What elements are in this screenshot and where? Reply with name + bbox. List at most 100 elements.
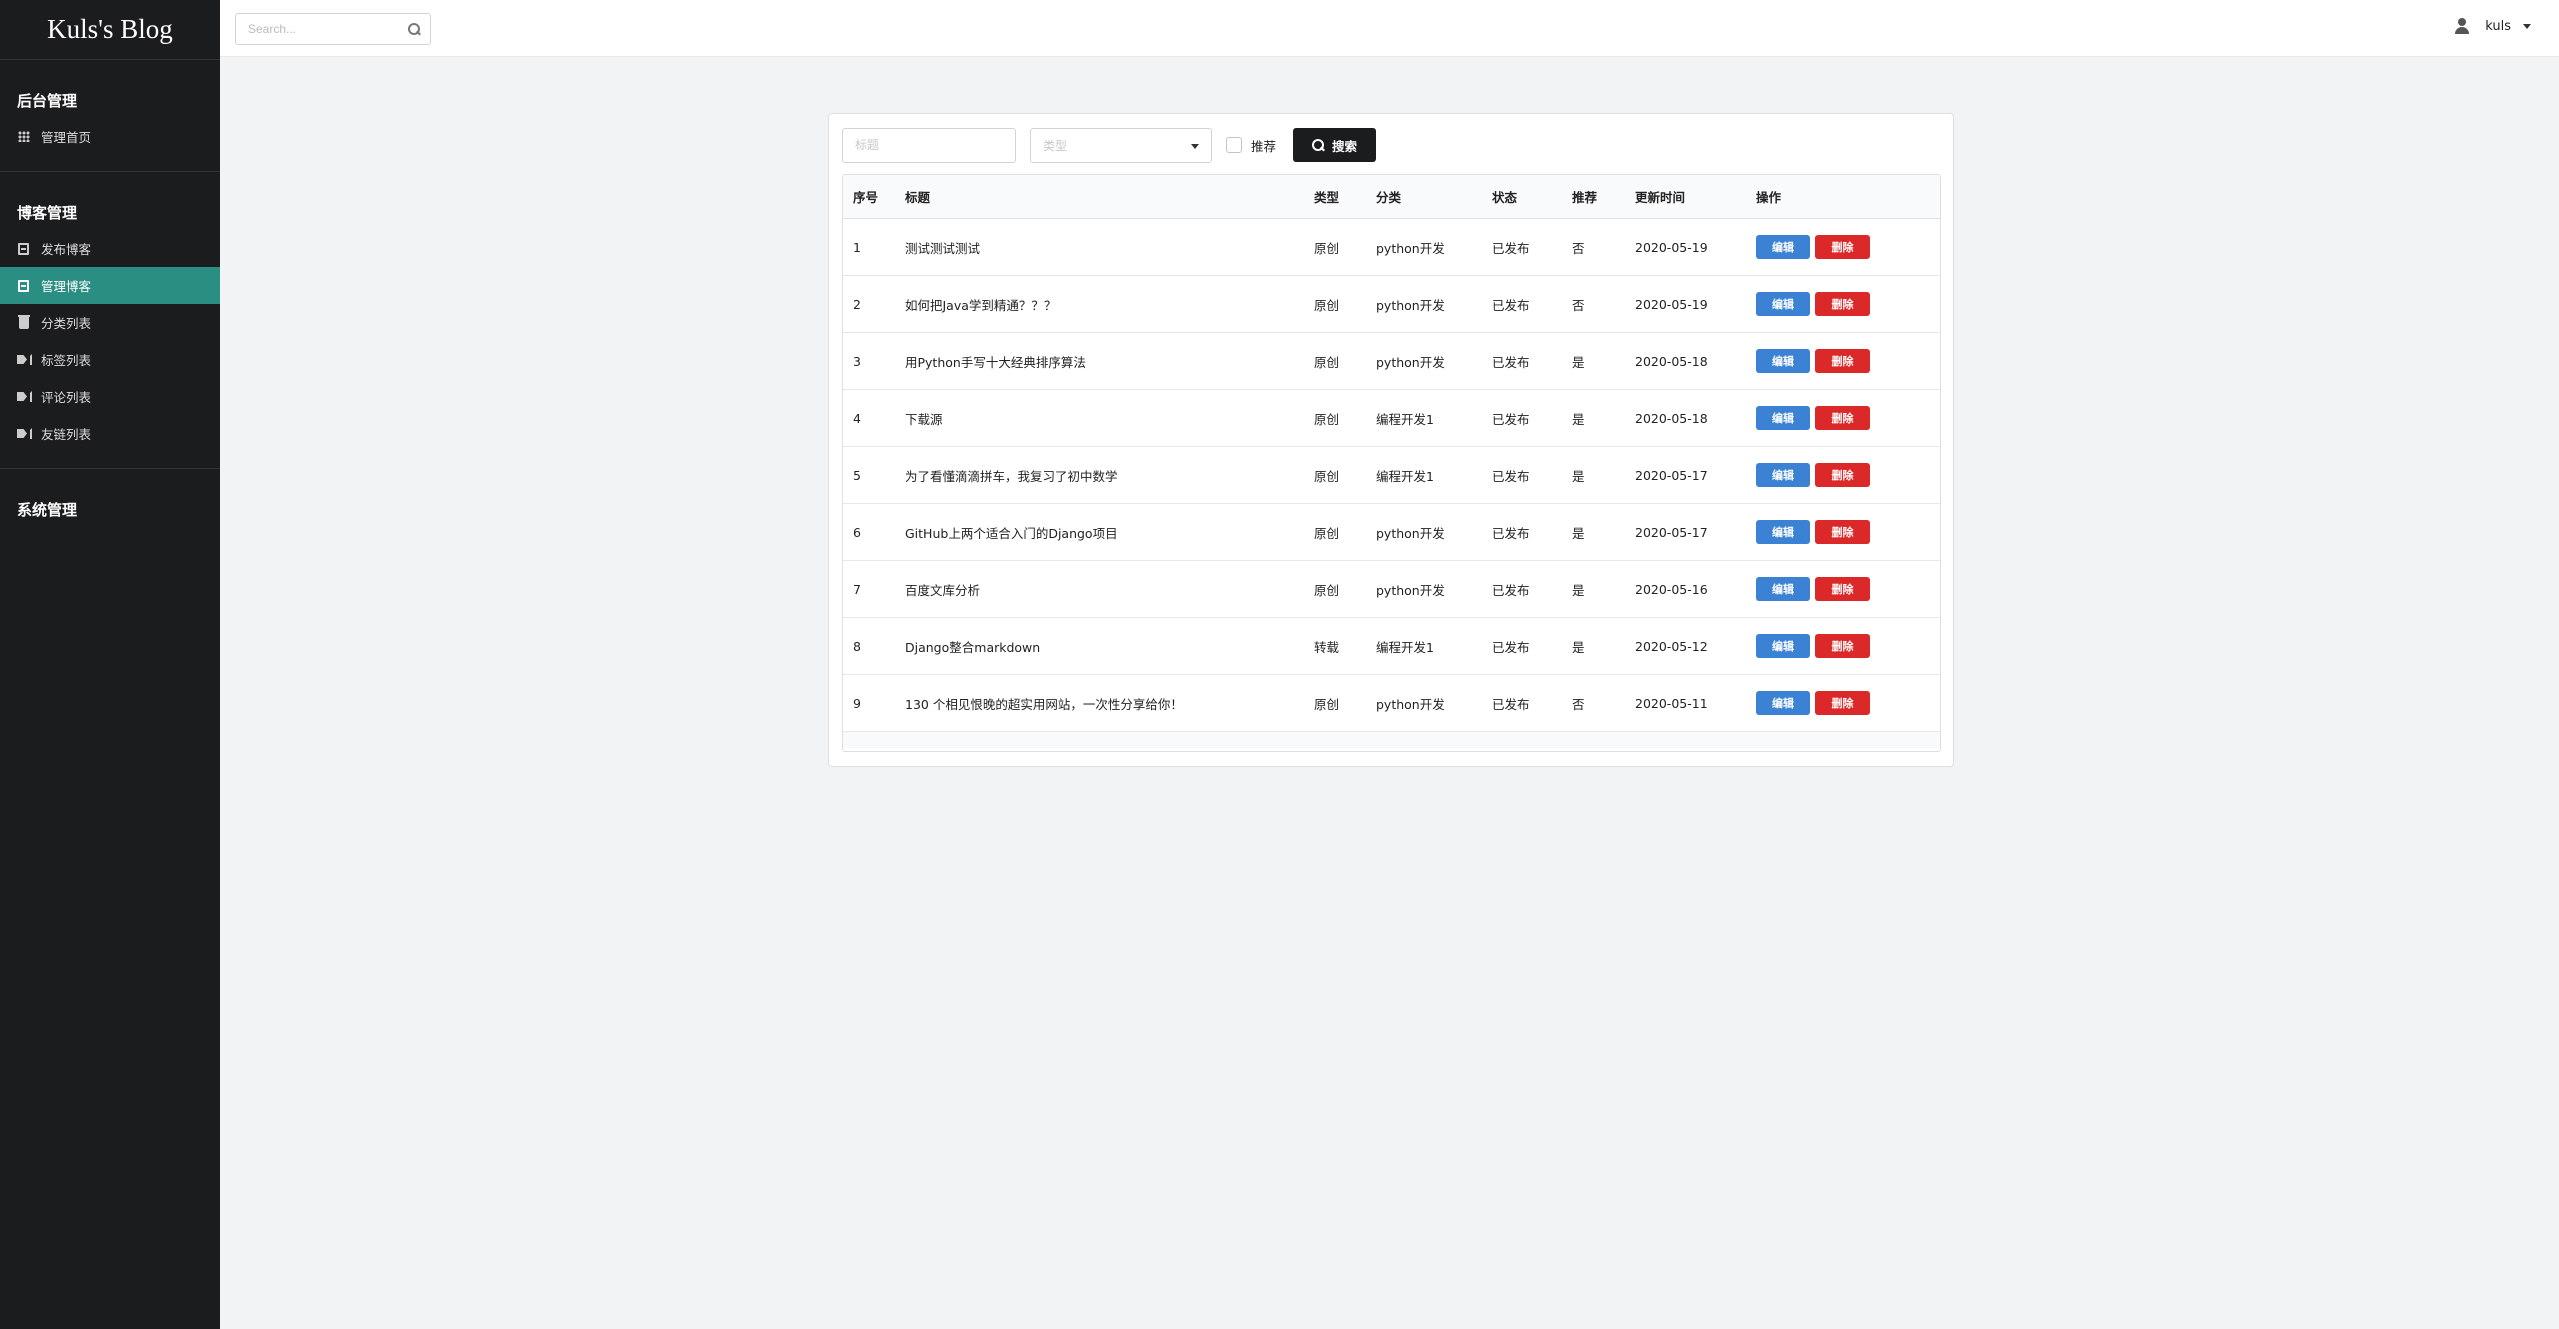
edit-button[interactable]: 编辑 [1756,292,1810,316]
cell-status: 已发布 [1492,411,1530,427]
column-header: 更新时间 [1635,190,1686,205]
cell-id: 5 [853,467,861,483]
delete-button[interactable]: 删除 [1815,349,1870,373]
sidebar-item-label: 标签列表 [41,353,92,368]
recommend-checkbox-wrap[interactable]: 推荐 [1226,136,1276,155]
sidebar-header-system[interactable]: 系统管理 [0,469,220,520]
edit-button[interactable]: 编辑 [1756,235,1810,259]
cell-category: python开发 [1376,696,1445,712]
cell-actions: 编辑 删除 [1756,634,1936,658]
sidebar-section-admin: 后台管理 管理首页 [0,60,220,172]
delete-button[interactable]: 删除 [1815,406,1870,430]
delete-button[interactable]: 删除 [1815,520,1870,544]
brand[interactable]: Kuls's Blog [0,0,220,60]
column-header: 推荐 [1572,190,1598,205]
delete-button[interactable]: 删除 [1815,235,1870,259]
cell-status: 已发布 [1492,525,1530,541]
cell-id: 4 [853,410,861,426]
sidebar-item-categories[interactable]: 分类列表 [0,304,220,341]
sidebar-item-comments[interactable]: 评论列表 [0,378,220,415]
cell-category: python开发 [1376,354,1445,370]
chevron-down-icon [2523,23,2531,29]
edit-button[interactable]: 编辑 [1756,634,1810,658]
blog-table: 序号 标题 类型 分类 状态 推荐 更新时间 操作 1 测试测试测试 原创 py… [842,174,1941,752]
delete-button[interactable]: 删除 [1815,463,1870,487]
tags-icon [17,428,30,440]
table-row: 4 下载源 原创 编程开发1 已发布 是 2020-05-18 编辑 删除 [843,390,1940,447]
edit-button[interactable]: 编辑 [1756,577,1810,601]
cell-updated: 2020-05-18 [1635,410,1708,426]
topbar: kuls [220,0,2559,57]
sidebar-section-blog: 博客管理 发布博客 管理博客 分类列表 标签列表 评论列表 友链列表 [0,172,220,469]
sidebar-item-dashboard[interactable]: 管理首页 [0,118,220,155]
cell-status: 已发布 [1492,639,1530,655]
cell-recommend: 是 [1572,354,1585,370]
book-icon [17,279,30,292]
type-select-placeholder: 类型 [1043,138,1068,153]
title-filter-input[interactable] [842,127,1016,163]
table-row: 7 百度文库分析 原创 python开发 已发布 是 2020-05-16 编辑… [843,561,1940,618]
sidebar-item-tags[interactable]: 标签列表 [0,341,220,378]
table-row: 8 Django整合markdown 转载 编程开发1 已发布 是 2020-0… [843,618,1940,675]
edit-button[interactable]: 编辑 [1756,463,1810,487]
user-icon [2455,18,2470,34]
tags-icon [17,354,30,366]
type-select[interactable]: 类型 [1030,127,1212,163]
sidebar-item-links[interactable]: 友链列表 [0,415,220,452]
delete-button[interactable]: 删除 [1815,634,1870,658]
cell-title: 下载源 [905,411,943,427]
cell-title: 130 个相见恨晚的超实用网站，一次性分享给你！ [905,696,1183,712]
table-row: 6 GitHub上两个适合入门的Django项目 原创 python开发 已发布… [843,504,1940,561]
sidebar-item-label: 管理首页 [41,130,92,145]
search-button[interactable]: 搜索 [1293,128,1377,162]
edit-button[interactable]: 编辑 [1756,691,1810,715]
top-search [235,13,431,45]
sidebar-item-label: 管理博客 [41,279,92,294]
search-icon[interactable] [408,23,420,35]
edit-button[interactable]: 编辑 [1756,406,1810,430]
cell-recommend: 是 [1572,582,1585,598]
cell-updated: 2020-05-17 [1635,467,1708,483]
trash-icon [17,314,30,329]
table-row: 9 130 个相见恨晚的超实用网站，一次性分享给你！ 原创 python开发 已… [843,675,1940,732]
cell-category: 编程开发1 [1376,639,1434,655]
delete-button[interactable]: 删除 [1815,691,1870,715]
sidebar-item-manage-blog[interactable]: 管理博客 [0,267,220,304]
delete-button[interactable]: 删除 [1815,577,1870,601]
search-input[interactable] [236,14,396,44]
sidebar-header-blog: 博客管理 [17,204,78,222]
cell-id: 8 [853,638,861,654]
cell-id: 9 [853,695,861,711]
cell-status: 已发布 [1492,468,1530,484]
column-header: 操作 [1756,190,1782,205]
user-menu[interactable]: kuls [2455,18,2531,34]
cell-recommend: 是 [1572,468,1585,484]
blog-list-panel: 类型 推荐 搜索 序号 标题 类型 分类 状态 推荐 更新时间 操作 1 测试测… [828,113,1954,767]
cell-type: 原创 [1314,582,1340,598]
sidebar-item-label: 发布博客 [41,242,92,257]
cell-status: 已发布 [1492,297,1530,313]
cell-updated: 2020-05-12 [1635,638,1708,654]
column-header: 序号 [853,190,879,205]
edit-button[interactable]: 编辑 [1756,520,1810,544]
sidebar-item-publish-blog[interactable]: 发布博客 [0,230,220,267]
cell-recommend: 是 [1572,525,1585,541]
column-header: 类型 [1314,190,1340,205]
cell-recommend: 否 [1572,297,1585,313]
cell-category: 编程开发1 [1376,468,1434,484]
cell-title: 为了看懂滴滴拼车，我复习了初中数学 [905,468,1118,484]
cell-title: GitHub上两个适合入门的Django项目 [905,525,1118,541]
cell-actions: 编辑 删除 [1756,520,1936,544]
cell-id: 3 [853,353,861,369]
delete-button[interactable]: 删除 [1815,292,1870,316]
table-row: 1 测试测试测试 原创 python开发 已发布 否 2020-05-19 编辑… [843,219,1940,276]
recommend-label: 推荐 [1251,138,1277,154]
edit-button[interactable]: 编辑 [1756,349,1810,373]
cell-updated: 2020-05-18 [1635,353,1708,369]
recommend-checkbox[interactable] [1226,137,1242,153]
cell-category: python开发 [1376,297,1445,313]
cell-recommend: 否 [1572,696,1585,712]
table-row: 3 用Python手写十大经典排序算法 原创 python开发 已发布 是 20… [843,333,1940,390]
tags-icon [17,391,30,403]
cell-id: 6 [853,524,861,540]
